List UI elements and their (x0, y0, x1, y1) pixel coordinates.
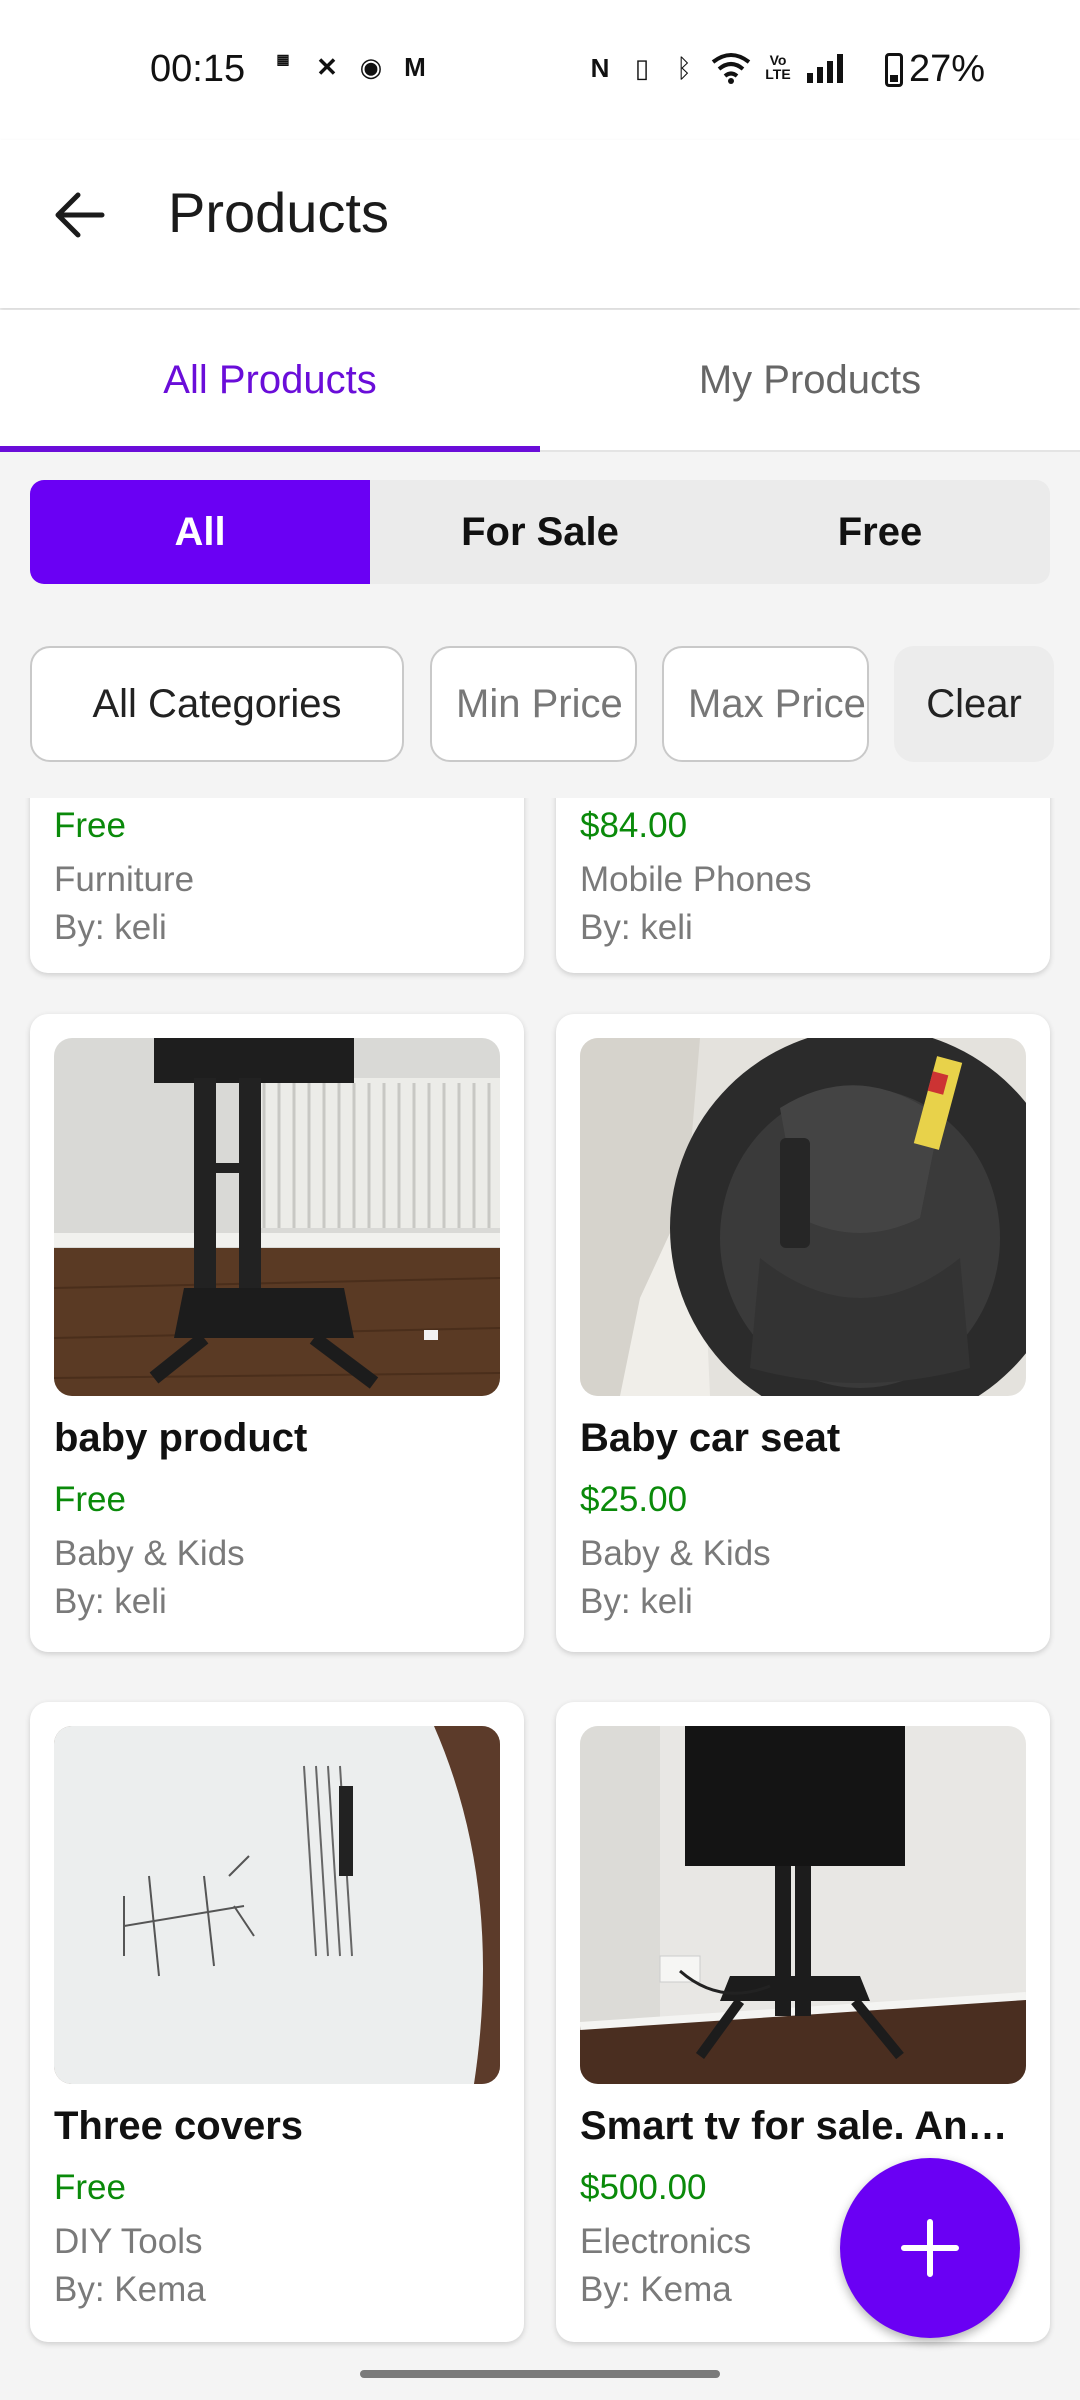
nfc-icon: N (590, 53, 610, 83)
plus-icon (901, 2219, 959, 2277)
product-seller: By: keli (54, 908, 167, 947)
vibrate-icon: ▯ (634, 53, 650, 83)
manual-photo (54, 1726, 500, 2084)
app-icon: ◉ (359, 52, 383, 82)
segment-all[interactable]: All (30, 480, 370, 584)
battery-percent: 27% (909, 48, 986, 90)
tv-photo (580, 1726, 1026, 2084)
product-category: Baby & Kids (580, 1534, 771, 1573)
status-bar: 00:15 ▦ ✕ ◉ M N ▯ ᛒ Vo LTE 27% (0, 0, 1080, 140)
product-price: $500.00 (580, 2168, 707, 2207)
gmail-icon: M (404, 52, 426, 82)
battery-indicator: 27% (885, 48, 985, 91)
tab-indicator (0, 446, 540, 452)
status-time: 00:15 (150, 48, 246, 90)
segment-for-sale[interactable]: For Sale (370, 480, 710, 584)
product-price: Free (54, 2168, 126, 2207)
product-category: Mobile Phones (580, 860, 812, 899)
max-price-input[interactable]: Max Price (662, 646, 869, 762)
category-select[interactable]: All Categories (30, 646, 404, 762)
bluetooth-icon: ᛒ (676, 53, 692, 83)
product-price: Free (54, 806, 126, 845)
product-name: Smart tv for sale. And tv stand (580, 2104, 1026, 2148)
product-name: Three covers (54, 2104, 304, 2148)
car-seat-photo (580, 1038, 1026, 1396)
app-bar: Products (0, 140, 1080, 308)
system-icons: N ▯ ᛒ Vo LTE (585, 52, 845, 84)
product-image (54, 1038, 500, 1396)
arrow-left-icon[interactable] (50, 185, 110, 245)
product-name: Baby car seat (580, 1416, 841, 1460)
product-name: baby product (54, 1416, 308, 1460)
temu-icon: ▦ (276, 51, 290, 67)
add-product-button[interactable] (840, 2158, 1020, 2338)
product-seller: By: keli (580, 1582, 693, 1621)
tv-stand-photo (54, 1038, 500, 1396)
page-title: Products (168, 181, 389, 244)
product-seller: By: keli (54, 1582, 167, 1621)
product-card[interactable]: Baby car seat $25.00 Baby & Kids By: kel… (556, 1014, 1050, 1652)
wifi-icon (711, 53, 751, 84)
product-price: Free (54, 1480, 126, 1519)
segment-free[interactable]: Free (710, 480, 1050, 584)
tab-all-products[interactable]: All Products (0, 310, 540, 450)
product-image (580, 1726, 1026, 2084)
product-price: $84.00 (580, 806, 688, 845)
product-category: Baby & Kids (54, 1534, 245, 1573)
x-icon: ✕ (316, 52, 338, 82)
product-card[interactable]: Free Furniture By: keli (30, 798, 524, 973)
signal-icon (807, 54, 843, 83)
product-seller: By: Kema (580, 2270, 732, 2309)
product-image (580, 1038, 1026, 1396)
product-seller: By: keli (580, 908, 693, 947)
tab-bar: All Products My Products (0, 310, 1080, 452)
volte-icon: Vo LTE (765, 52, 791, 82)
product-category: Electronics (580, 2222, 752, 2261)
filter-row: All Categories Min Price Max Price Clear (0, 640, 1080, 770)
product-category: DIY Tools (54, 2222, 203, 2261)
product-card[interactable]: Three covers Free DIY Tools By: Kema (30, 1702, 524, 2342)
product-price: $25.00 (580, 1480, 688, 1519)
product-seller: By: Kema (54, 2270, 206, 2309)
product-category: Furniture (54, 860, 195, 899)
listing-type-filter: All For Sale Free (30, 480, 1050, 584)
notification-icons: ▦ ✕ ◉ M (268, 52, 430, 82)
product-card[interactable]: $84.00 Mobile Phones By: keli (556, 798, 1050, 973)
tab-my-products[interactable]: My Products (540, 310, 1080, 450)
home-indicator[interactable] (360, 2370, 720, 2378)
product-card[interactable]: baby product Free Baby & Kids By: keli (30, 1014, 524, 1652)
clear-button[interactable]: Clear (894, 646, 1054, 762)
min-price-input[interactable]: Min Price (430, 646, 637, 762)
product-image (54, 1726, 500, 2084)
battery-icon (885, 52, 903, 87)
